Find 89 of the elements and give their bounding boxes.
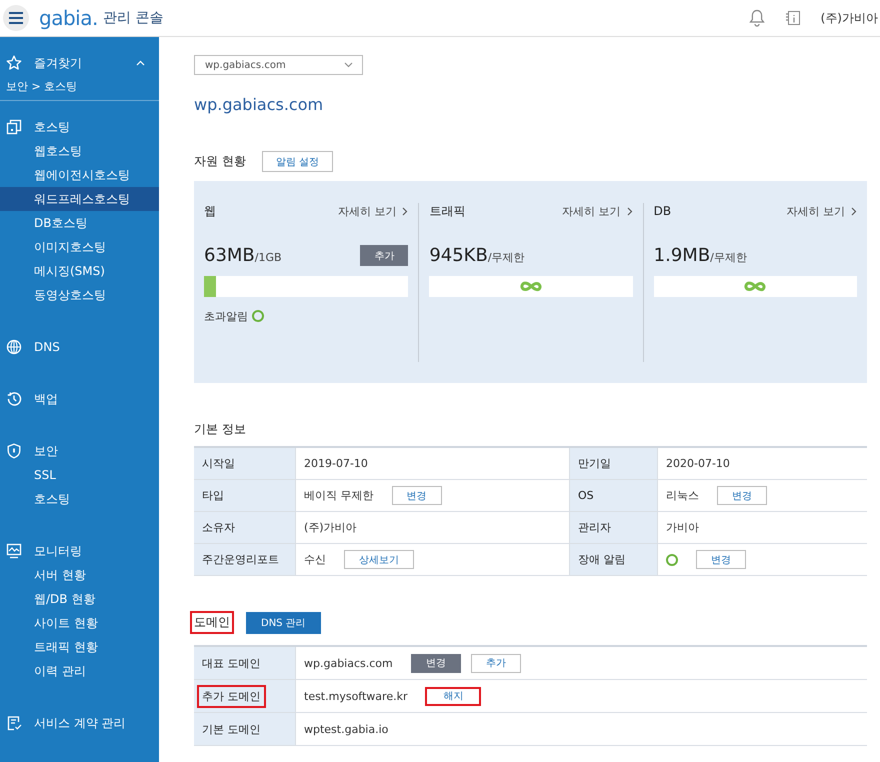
field-label: 시작일 [194, 447, 296, 480]
change-button[interactable]: 변경 [392, 486, 442, 505]
alert-label: 초과알림 [204, 308, 248, 324]
resource-title: DB [654, 204, 672, 218]
document-check-icon [6, 715, 22, 731]
field-value: 수신 [304, 552, 326, 567]
domain-action-button[interactable]: 해지 [425, 686, 482, 706]
field-label: 관리자 [570, 512, 658, 544]
star-icon [6, 55, 22, 71]
menu-icon [9, 12, 23, 24]
field-value: 가비아 [666, 520, 699, 535]
field-value: (주)가비아 [304, 520, 357, 535]
domain-value: test.mysoftware.kr [304, 690, 408, 702]
chevron-icon [850, 206, 857, 216]
shield-icon [6, 443, 22, 459]
menu-item[interactable]: 동영상호스팅 [0, 283, 159, 307]
menu-item[interactable]: 웹/DB 현황 [0, 587, 159, 611]
usage-value: 1.9MB/무제한 [654, 245, 747, 266]
menu-item[interactable]: 이미지호스팅 [0, 235, 159, 259]
logo[interactable]: gabia. [39, 6, 98, 30]
favorite-link[interactable]: 보안 > 호스팅 [0, 76, 159, 95]
alert-settings-button[interactable]: 알림 설정 [262, 151, 334, 172]
field-value: 2020-07-10 [666, 457, 730, 470]
menu-item[interactable]: 트래픽 현황 [0, 635, 159, 659]
site-title: wp.gabiacs.com [194, 95, 324, 115]
menu-group[interactable]: DNS [34, 340, 60, 354]
menu-button[interactable] [3, 5, 29, 31]
domain-value: wptest.gabia.io [304, 722, 388, 736]
history-icon [6, 391, 22, 407]
detail-link[interactable]: 자세히 보기 [338, 204, 408, 218]
globe-icon [6, 339, 22, 355]
menu-group[interactable]: 백업 [34, 390, 58, 408]
bell-icon[interactable] [748, 9, 765, 27]
app-name: 관리 콘솔 [102, 9, 164, 27]
field-label: 대표 도메인 [201, 656, 262, 672]
field-value: 리눅스 [666, 488, 699, 503]
menu-group[interactable]: 서비스 계약 관리 [34, 714, 126, 732]
monitor-icon [6, 543, 22, 559]
menu-item[interactable]: 웹호스팅 [0, 139, 159, 163]
chevron-icon[interactable] [136, 60, 145, 66]
menu-item[interactable]: 사이트 현황 [0, 611, 159, 635]
field-label: 소유자 [194, 512, 296, 544]
field-label: 주간운영리포트 [194, 544, 296, 576]
menu-item[interactable]: 호스팅 [0, 487, 159, 511]
domain-action-button[interactable]: 변경 [410, 654, 461, 672]
field-value: 2019-07-10 [304, 457, 368, 470]
section-title: 도메인 [190, 611, 234, 634]
menu-item[interactable]: SSL [0, 463, 159, 487]
field-label: OS [570, 480, 658, 512]
menu-item[interactable]: 이력 관리 [0, 659, 159, 683]
field-label: 추가 도메인 [197, 684, 266, 708]
add-button[interactable]: 추가 [360, 245, 408, 266]
favorites-label[interactable]: 즐겨찾기 [34, 54, 136, 72]
resource-title: 웹 [204, 202, 216, 220]
section-title: 자원 현황 [193, 153, 247, 170]
resource-title: 트래픽 [429, 202, 466, 220]
menu-group[interactable]: 모니터링 [34, 542, 82, 560]
field-value: 베이직 무제한 [304, 488, 374, 503]
menu-group[interactable]: 보안 [34, 442, 58, 460]
menu-group[interactable]: 호스팅 [34, 118, 70, 136]
info-icon[interactable] [784, 10, 801, 26]
user-name[interactable]: (주)가비아 [820, 10, 880, 26]
menu-item[interactable]: DB호스팅 [0, 211, 159, 235]
field-label: 장애 알림 [570, 544, 658, 576]
usage-value: 945KB/무제한 [429, 245, 525, 266]
change-button[interactable]: 상세보기 [344, 550, 414, 569]
field-label: 타입 [194, 480, 296, 512]
menu-item[interactable]: 웹에이전시호스팅 [0, 163, 159, 187]
site-dropdown[interactable]: wp.gabiacs.com [194, 55, 363, 75]
menu-item[interactable]: 워드프레스호스팅 [0, 187, 159, 211]
detail-link[interactable]: 자세히 보기 [786, 204, 857, 218]
section-title: 기본 정보 [193, 420, 247, 438]
caret-icon [344, 62, 353, 68]
infinity-icon [520, 281, 542, 292]
field-label: 만기일 [570, 447, 658, 480]
usage-value: 63MB/1GB [204, 245, 282, 266]
detail-link[interactable]: 자세히 보기 [562, 204, 633, 218]
domain-value: wp.gabiacs.com [304, 656, 393, 670]
chevron-icon [402, 206, 408, 216]
field-label: 기본 도메인 [201, 722, 262, 738]
menu-item[interactable]: 서버 현황 [0, 563, 159, 587]
copies-icon [6, 119, 22, 135]
change-button[interactable]: 변경 [696, 550, 746, 569]
domain-action-button[interactable]: 추가 [470, 654, 521, 672]
infinity-icon [744, 281, 766, 292]
change-button[interactable]: 변경 [717, 486, 767, 505]
chevron-icon [626, 206, 633, 216]
menu-item[interactable]: 메시징(SMS) [0, 259, 159, 283]
dns-manage-button[interactable]: DNS 관리 [246, 612, 321, 634]
